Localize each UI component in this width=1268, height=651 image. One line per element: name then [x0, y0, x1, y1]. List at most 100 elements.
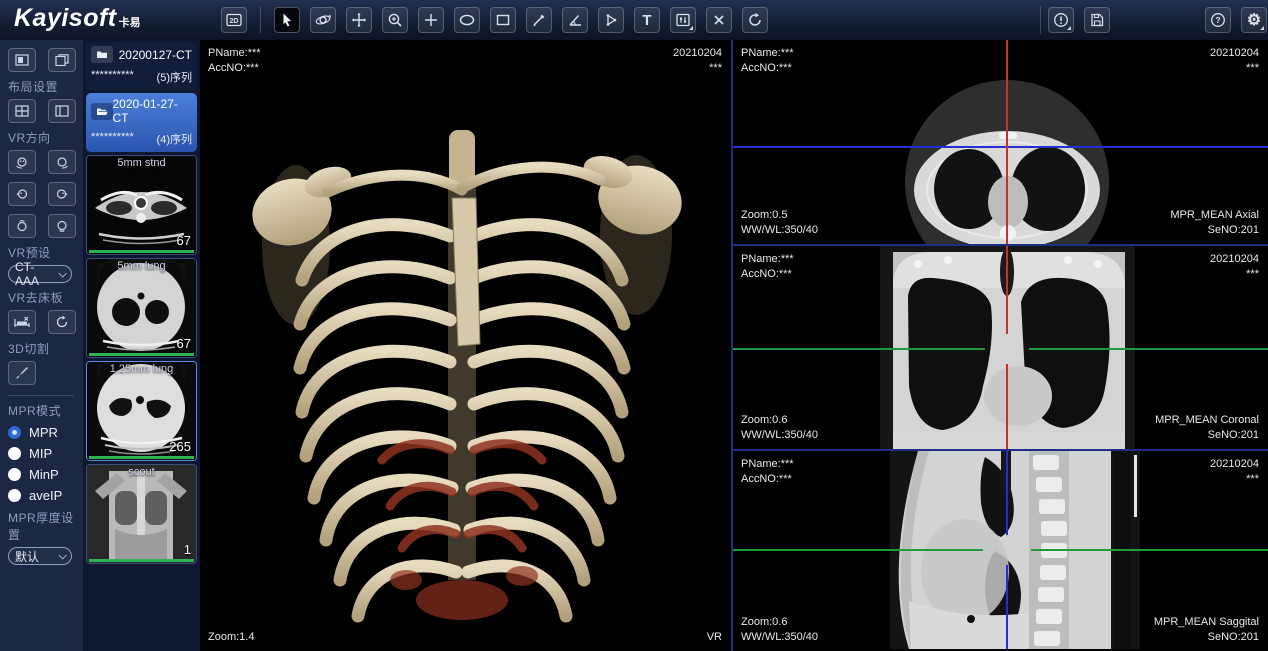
scalpel-button[interactable]: [8, 361, 36, 385]
vr-preset-select[interactable]: CT-AAA: [8, 265, 72, 283]
head-anterior-icon: [15, 155, 29, 169]
text-annotation-button[interactable]: T: [634, 7, 660, 33]
study-patient-id: **********: [91, 69, 134, 85]
sagittal-mpr-viewport[interactable]: PName:***AccNO:*** 20210204*** Zoom:0.6W…: [733, 451, 1268, 651]
series-thumbnail-5mm-stnd[interactable]: 5mm stnd 67: [86, 155, 197, 255]
text-annotation-icon: T: [642, 12, 651, 29]
radio-checked-icon: [8, 426, 21, 439]
vr-orient-right-button[interactable]: [48, 182, 76, 206]
study-item-1[interactable]: 20200127-CT ********** (5)序列: [86, 42, 197, 90]
crosshair-localizer-button[interactable]: [418, 7, 444, 33]
vr-direction-grid: [8, 150, 83, 238]
vr-orient-left-button[interactable]: [8, 182, 36, 206]
layout-stack-button[interactable]: [48, 48, 76, 72]
study-item-2-selected[interactable]: 2020-01-27-CT ********** (4)序列: [86, 93, 197, 152]
sagittal-ct-image: [733, 451, 1268, 649]
thumbnail-label: scout: [87, 466, 196, 478]
toolbar-main-group: 2D: [221, 7, 768, 33]
thumbnail-image-count: 265: [169, 439, 191, 454]
bed-reset-button[interactable]: [48, 310, 76, 334]
app-logo: Kayisoft卡易: [14, 4, 141, 33]
delete-x-icon: [712, 13, 726, 27]
radio-icon: [8, 447, 21, 460]
length-measure-button[interactable]: [526, 7, 552, 33]
toolbar-right-separator: [1040, 6, 1041, 34]
vr-preset-value: CT-AAA: [15, 260, 55, 288]
sidebar-divider: [8, 395, 74, 396]
pan-tool-button[interactable]: [346, 7, 372, 33]
mpr-mode-option-mip[interactable]: MIP: [8, 446, 83, 461]
help-icon: ?: [1210, 12, 1226, 28]
report-alert-icon: [1053, 12, 1069, 28]
layout-grid-2x2-button[interactable]: [8, 99, 36, 123]
mpr-thickness-label: MPR厚度设置: [8, 509, 83, 543]
thumbnail-progress-bar: [89, 456, 194, 459]
series-thumbnail-scout[interactable]: scout 1: [86, 464, 197, 564]
layout-single-button[interactable]: [8, 48, 36, 72]
mpr-mode-option-label: MinP: [29, 467, 59, 482]
mpr-mode-option-mpr[interactable]: MPR: [8, 425, 83, 440]
settings-button[interactable]: ⚙: [1241, 7, 1267, 33]
cobb-angle-button[interactable]: [598, 7, 624, 33]
head-left-icon: [15, 187, 29, 201]
help-button[interactable]: ?: [1205, 7, 1231, 33]
series-thumbnail-5mm-lung[interactable]: 5mm lung 67: [86, 258, 197, 358]
bed-remove-icon: [14, 316, 30, 329]
series-thumbnail-1-25mm-lung-selected[interactable]: 1.25mm lung 265: [86, 361, 197, 461]
vr-direction-label: VR方向: [8, 129, 83, 146]
save-floppy-icon: [1089, 12, 1105, 28]
vr-ribcage-rendering: [200, 40, 731, 651]
thumbnail-image-count: 67: [177, 336, 191, 351]
radio-icon: [8, 468, 21, 481]
mpr-mode-option-minp[interactable]: MinP: [8, 467, 83, 482]
vr-orient-inferior-button[interactable]: [48, 214, 76, 238]
head-right-icon: [55, 187, 69, 201]
mpr-mode-option-label: aveIP: [29, 488, 62, 503]
crosshair-icon: [423, 12, 439, 28]
window-level-button[interactable]: [670, 7, 696, 33]
layout-2d-button[interactable]: 2D: [221, 7, 247, 33]
cutting-label: 3D切割: [8, 340, 83, 357]
study-series-count: (4)序列: [157, 131, 192, 147]
study-title: 2020-01-27-CT: [113, 97, 193, 125]
zoom-in-tool-button[interactable]: [382, 7, 408, 33]
save-button[interactable]: [1084, 7, 1110, 33]
thumbnail-label: 5mm stnd: [87, 157, 196, 169]
layout-left-main-button[interactable]: [48, 99, 76, 123]
app-window: Kayisoft卡易 2D: [0, 0, 1268, 651]
left-tool-sidebar: 布局设置 VR方向: [0, 40, 83, 651]
report-button[interactable]: [1048, 7, 1074, 33]
folder-icon: [91, 46, 113, 63]
bed-removal-label: VR去床板: [8, 289, 83, 306]
vr-orient-anterior-button[interactable]: [8, 150, 36, 174]
length-measure-icon: [531, 12, 547, 28]
grid-2x2-icon: [15, 105, 29, 117]
study-series-count: (5)序列: [157, 69, 192, 85]
vr-orient-superior-button[interactable]: [8, 214, 36, 238]
toolbar-settings-group: ? ⚙: [1205, 7, 1267, 33]
reset-view-button[interactable]: [742, 7, 768, 33]
mpr-thickness-select[interactable]: 默认: [8, 547, 72, 565]
mpr-mode-option-aveip[interactable]: aveIP: [8, 488, 83, 503]
angle-measure-button[interactable]: [562, 7, 588, 33]
axial-ct-image: [733, 40, 1268, 244]
logo-suffix: 卡易: [119, 17, 141, 29]
reset-icon: [747, 12, 763, 28]
mpr-mode-option-label: MIP: [29, 446, 52, 461]
coronal-mpr-viewport[interactable]: PName:***AccNO:*** 20210204*** Zoom:0.6W…: [733, 246, 1268, 451]
head-superior-icon: [15, 219, 29, 233]
layout-section-label: 布局设置: [8, 78, 83, 95]
axial-mpr-viewport[interactable]: PName:***AccNO:*** 20210204*** Zoom:0.5W…: [733, 40, 1268, 246]
ellipse-roi-button[interactable]: [454, 7, 480, 33]
vr-orient-posterior-button[interactable]: [48, 150, 76, 174]
pointer-tool-button[interactable]: [274, 7, 300, 33]
thumbnail-label: 1.25mm lung: [87, 363, 196, 375]
remove-bed-button[interactable]: [8, 310, 36, 334]
thumbnail-label: 5mm lung: [87, 260, 196, 272]
layout-left-main-icon: [55, 105, 69, 117]
delete-annotation-button[interactable]: [706, 7, 732, 33]
rotate-3d-tool-button[interactable]: [310, 7, 336, 33]
vr-viewport[interactable]: PName:***AccNO:*** 20210204*** Zoom:1.4 …: [200, 40, 731, 651]
rect-roi-button[interactable]: [490, 7, 516, 33]
window-level-icon: [675, 12, 691, 28]
